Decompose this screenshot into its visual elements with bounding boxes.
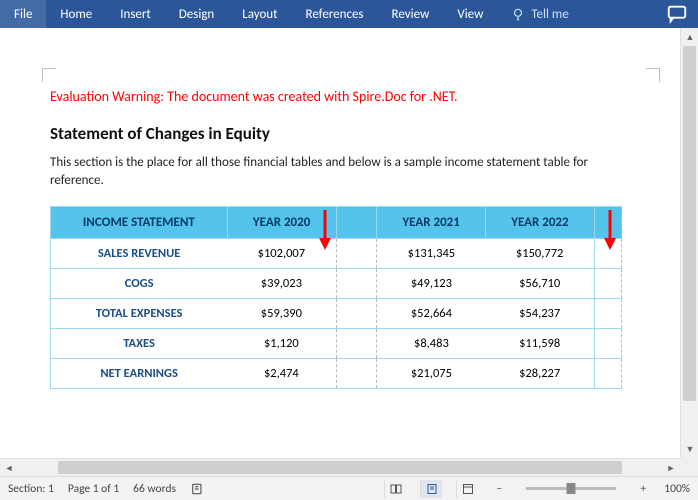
th-label: INCOME STATEMENT [51, 207, 228, 239]
cell [336, 299, 377, 329]
tab-file[interactable]: File [0, 0, 46, 28]
crop-mark-tr [646, 68, 660, 82]
cell: $49,123 [377, 269, 486, 299]
zoom-slider[interactable] [526, 487, 616, 490]
cell: $11,598 [486, 329, 595, 359]
cell [336, 239, 377, 269]
comments-icon[interactable] [666, 3, 688, 25]
horizontal-scrollbar[interactable]: ◄ ► [0, 458, 680, 476]
cell: $54,237 [486, 299, 595, 329]
view-web-layout[interactable] [456, 480, 478, 498]
red-arrow-2 [604, 210, 616, 250]
th-year-2022: YEAR 2022 [486, 207, 595, 239]
status-words[interactable]: 66 words [133, 482, 176, 496]
table-row: TAXES$1,120 $8,483$11,598 [51, 329, 622, 359]
cell [594, 359, 621, 389]
cell: $131,345 [377, 239, 486, 269]
intro-text: This section is the place for all those … [50, 154, 622, 190]
cell: $56,710 [486, 269, 595, 299]
tab-layout[interactable]: Layout [228, 0, 291, 28]
lightbulb-icon [511, 7, 525, 21]
evaluation-warning: Evaluation Warning: The document was cre… [50, 88, 622, 105]
cell [594, 329, 621, 359]
hscroll-track[interactable] [20, 459, 660, 476]
cell: $52,664 [377, 299, 486, 329]
tab-design[interactable]: Design [165, 0, 228, 28]
spellcheck-icon[interactable] [190, 482, 206, 496]
row-header: COGS [51, 269, 228, 299]
view-print-layout[interactable] [420, 480, 442, 498]
row-header: TAXES [51, 329, 228, 359]
vscroll-thumb[interactable] [683, 46, 696, 401]
vertical-scrollbar[interactable]: ▲ ▼ [680, 28, 698, 458]
th-year-2021: YEAR 2021 [377, 207, 486, 239]
table-row: SALES REVENUE$102,007$131,345$150,772 [51, 239, 622, 269]
document-area[interactable]: Evaluation Warning: The document was cre… [0, 28, 680, 458]
scroll-left-button[interactable]: ◄ [0, 459, 18, 477]
cell [594, 269, 621, 299]
cell [336, 329, 377, 359]
page-heading: Statement of Changes in Equity [50, 123, 622, 144]
row-header: TOTAL EXPENSES [51, 299, 228, 329]
vscroll-track[interactable] [681, 46, 698, 440]
table-row: NET EARNINGS$2,474 $21,075$28,227 [51, 359, 622, 389]
zoom-knob[interactable] [567, 483, 576, 494]
zoom-in-button[interactable]: + [636, 482, 650, 496]
scroll-corner [680, 458, 698, 476]
row-header: SALES REVENUE [51, 239, 228, 269]
table-body: SALES REVENUE$102,007$131,345$150,772COG… [51, 239, 622, 389]
cell: $150,772 [486, 239, 595, 269]
cell: $21,075 [377, 359, 486, 389]
crop-mark-tl [42, 68, 56, 82]
scroll-right-button[interactable]: ► [662, 459, 680, 477]
table-header-row: INCOME STATEMENT YEAR 2020 YEAR 2021 YEA… [51, 207, 622, 239]
cell: $2,474 [227, 359, 336, 389]
cell: $59,390 [227, 299, 336, 329]
view-read-mode[interactable] [384, 480, 406, 498]
document-shell: Evaluation Warning: The document was cre… [0, 28, 698, 458]
cell: $39,023 [227, 269, 336, 299]
cell: $28,227 [486, 359, 595, 389]
ribbon-tabs: File Home Insert Design Layout Reference… [0, 0, 698, 28]
status-section[interactable]: Section: 1 [8, 482, 54, 496]
hscroll-thumb[interactable] [58, 461, 621, 474]
tab-home[interactable]: Home [46, 0, 106, 28]
word-app: File Home Insert Design Layout Reference… [0, 0, 698, 500]
table-row: TOTAL EXPENSES$59,390 $52,664$54,237 [51, 299, 622, 329]
tell-me-label: Tell me [531, 7, 568, 22]
zoom-level[interactable]: 100% [664, 482, 690, 496]
tab-references[interactable]: References [292, 0, 378, 28]
cell: $1,120 [227, 329, 336, 359]
table-row: COGS$39,023 $49,123$56,710 [51, 269, 622, 299]
scroll-up-button[interactable]: ▲ [681, 28, 698, 46]
tab-view[interactable]: View [443, 0, 497, 28]
cell [336, 359, 377, 389]
income-statement-table: INCOME STATEMENT YEAR 2020 YEAR 2021 YEA… [50, 206, 622, 389]
status-page[interactable]: Page 1 of 1 [68, 482, 119, 496]
status-bar: Section: 1 Page 1 of 1 66 words − + 100% [0, 476, 698, 500]
page-content: Evaluation Warning: The document was cre… [10, 36, 662, 389]
red-arrow-1 [319, 210, 331, 250]
table-wrapper: INCOME STATEMENT YEAR 2020 YEAR 2021 YEA… [50, 206, 622, 389]
tell-me[interactable]: Tell me [497, 0, 582, 28]
cell [594, 299, 621, 329]
row-header: NET EARNINGS [51, 359, 228, 389]
tab-insert[interactable]: Insert [106, 0, 165, 28]
cell: $8,483 [377, 329, 486, 359]
th-gap-1 [336, 207, 377, 239]
zoom-out-button[interactable]: − [492, 482, 506, 496]
scroll-down-button[interactable]: ▼ [681, 440, 698, 458]
cell [336, 269, 377, 299]
tab-review[interactable]: Review [378, 0, 444, 28]
page: Evaluation Warning: The document was cre… [10, 36, 662, 389]
